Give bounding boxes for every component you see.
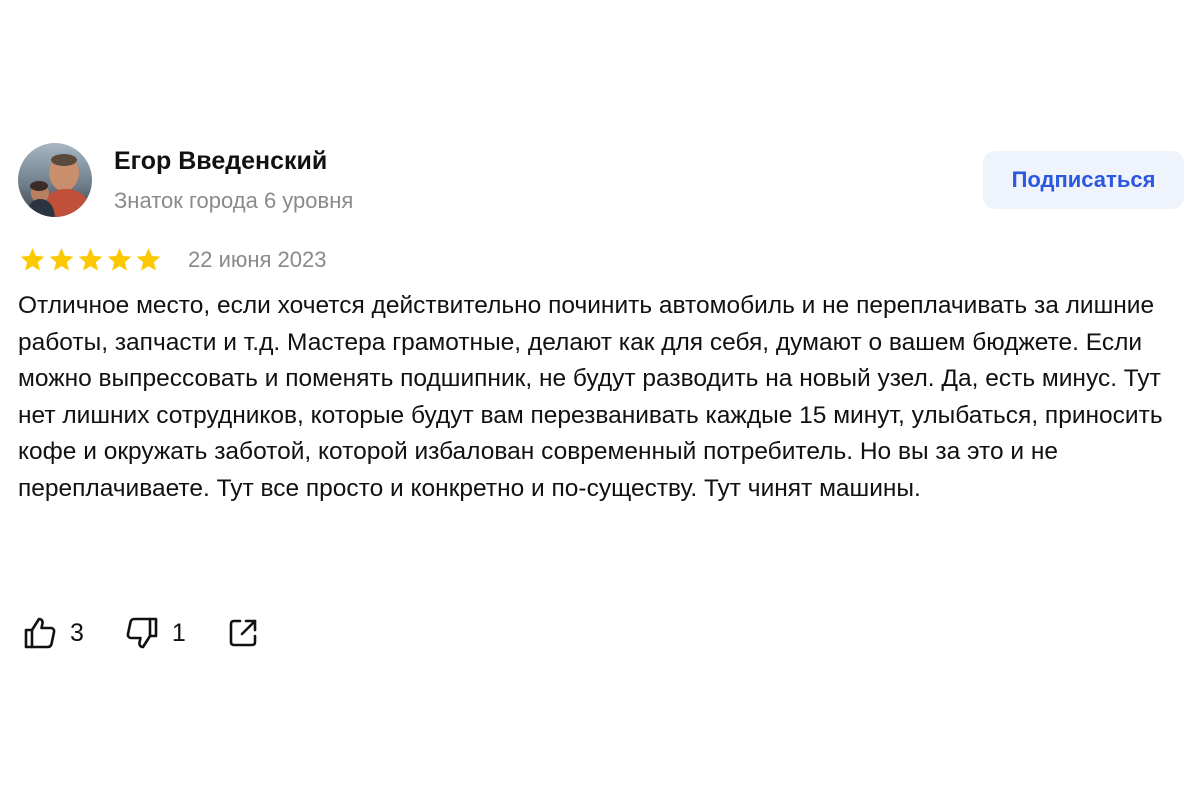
star-icon [78, 248, 103, 271]
star-icon [20, 248, 45, 271]
share-icon [226, 616, 260, 650]
author-level: Знаток города 6 уровня [114, 188, 354, 213]
star-icon [136, 248, 161, 271]
review-text: Отличное место, если хочется действитель… [18, 292, 1163, 502]
star-icon [107, 248, 132, 271]
like-button[interactable]: 3 [22, 615, 84, 651]
author-name[interactable]: Егор Введенский [114, 147, 327, 176]
thumbs-down-icon [124, 615, 160, 651]
subscribe-button[interactable]: Подписаться [983, 151, 1184, 209]
star-rating [18, 246, 163, 274]
star-icon [49, 248, 74, 271]
dislike-button[interactable]: 1 [124, 615, 186, 651]
avatar[interactable] [18, 143, 92, 217]
review-card: Егор Введенский Знаток города 6 уровня П… [18, 0, 1184, 800]
avatar-photo [18, 143, 92, 217]
dislike-count: 1 [171, 618, 186, 647]
thumbs-up-icon [22, 615, 58, 651]
share-button[interactable] [226, 616, 260, 650]
rating-row: 22 июня 2023 [18, 243, 327, 277]
like-count: 3 [70, 618, 84, 647]
review-actions: 3 1 [22, 613, 260, 653]
review-date: 22 июня 2023 [188, 247, 327, 272]
